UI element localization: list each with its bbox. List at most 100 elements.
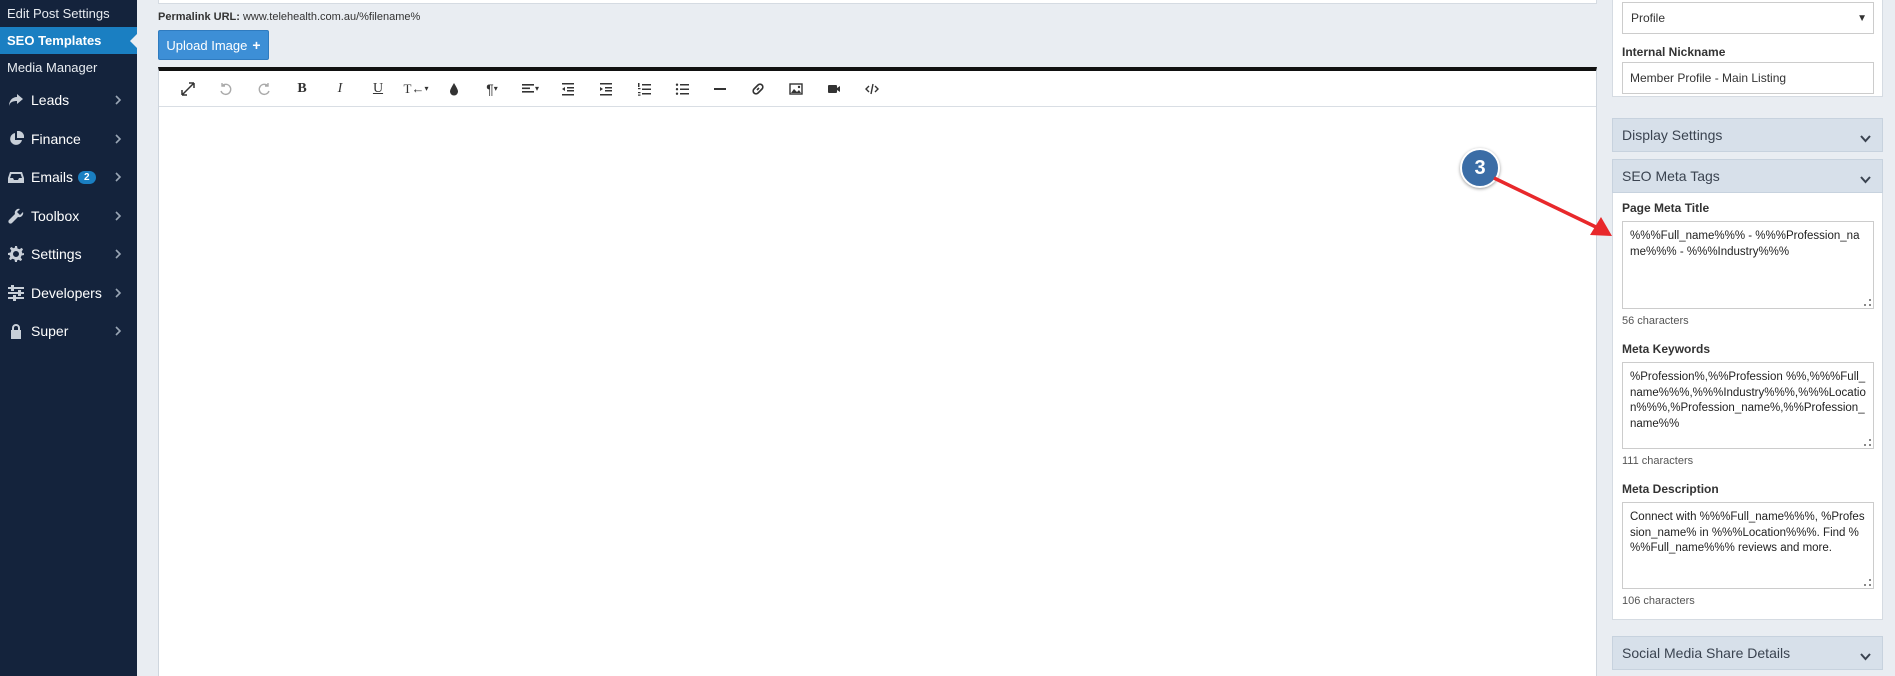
permalink-label: Permalink URL: <box>158 11 240 23</box>
right-panel: Profile ▼ Internal Nickname Member Profi… <box>1612 0 1883 676</box>
sidebar-item-label: Super <box>31 323 69 340</box>
italic-icon[interactable]: I <box>321 71 359 107</box>
plus-icon: + <box>252 37 261 53</box>
internal-nickname-label: Internal Nickname <box>1622 45 1726 59</box>
sidebar-item-settings[interactable]: Settings <box>0 235 137 274</box>
outdent-icon[interactable] <box>549 71 587 107</box>
chevron-down-icon: ▼ <box>1857 12 1867 24</box>
emails-count-badge: 2 <box>78 170 96 184</box>
page-meta-title-input[interactable]: %%%Full_name%%% - %%%Profession_name%%% … <box>1622 221 1874 309</box>
resize-grip-icon[interactable] <box>1864 579 1871 586</box>
editor-toolbar: B I U T← ▾ ¶ ▾ ▾ <box>159 71 1596 107</box>
sidebar-item-label: Leads <box>31 92 70 109</box>
chevron-down-icon <box>1860 648 1871 664</box>
code-view-icon[interactable] <box>853 71 891 107</box>
indent-icon[interactable] <box>587 71 625 107</box>
expand-icon[interactable] <box>169 71 207 107</box>
sidebar-item-media-manager[interactable]: Media Manager <box>0 54 137 81</box>
text-size-icon[interactable]: T← ▾ <box>397 71 435 107</box>
wrench-icon <box>0 208 31 224</box>
meta-description-label: Meta Description <box>1622 482 1719 496</box>
sidebar-item-edit-post-settings[interactable]: Edit Post Settings <box>0 0 137 27</box>
chevron-right-icon <box>114 197 122 236</box>
profile-select[interactable]: Profile ▼ <box>1622 2 1874 34</box>
main-content: Permalink URL: www.telehealth.com.au/%fi… <box>137 0 1597 676</box>
page-meta-title-label: Page Meta Title <box>1622 201 1710 215</box>
meta-keywords-label: Meta Keywords <box>1622 342 1711 356</box>
horizontal-rule-icon[interactable] <box>701 71 739 107</box>
page-meta-title-value: %%%Full_name%%% - %%%Profession_name%%% … <box>1630 230 1860 258</box>
display-settings-title: Display Settings <box>1622 127 1723 143</box>
social-media-share-title: Social Media Share Details <box>1622 645 1791 661</box>
sidebar-item-leads[interactable]: Leads <box>0 81 137 120</box>
meta-description-input[interactable]: Connect with %%%Full_name%%%, %Professio… <box>1622 502 1874 589</box>
sidebar-item-label: SEO Templates <box>7 33 102 48</box>
sidebar-item-toolbox[interactable]: Toolbox <box>0 197 137 236</box>
upload-image-button[interactable]: Upload Image + <box>158 30 269 60</box>
share-arrow-icon <box>0 92 31 108</box>
permalink: Permalink URL: www.telehealth.com.au/%fi… <box>158 11 420 23</box>
profile-select-value: Profile <box>1631 11 1666 25</box>
underline-icon[interactable]: U <box>359 71 397 107</box>
sidebar-item-label: Developers <box>31 284 102 301</box>
pie-chart-icon <box>0 130 31 147</box>
sidebar-item-finance[interactable]: Finance <box>0 120 137 159</box>
undo-icon[interactable] <box>207 71 245 107</box>
permalink-url: www.telehealth.com.au/%filename% <box>242 11 421 23</box>
template-settings-card: Profile ▼ Internal Nickname Member Profi… <box>1612 0 1883 97</box>
sidebar-item-super[interactable]: Super <box>0 312 137 351</box>
annotation-arrow <box>1493 176 1612 236</box>
bold-icon[interactable]: B <box>283 71 321 107</box>
seo-meta-tags-title: SEO Meta Tags <box>1622 168 1720 184</box>
resize-grip-icon[interactable] <box>1864 439 1871 446</box>
meta-keywords-value: %Profession%,%%Profession %%,%%%Full_nam… <box>1630 371 1866 430</box>
social-media-share-header[interactable]: Social Media Share Details <box>1612 636 1883 670</box>
page-meta-title-count: 56 characters <box>1622 315 1689 327</box>
chevron-down-icon <box>1860 171 1871 187</box>
redo-icon[interactable] <box>245 71 283 107</box>
field-bottom-edge <box>158 0 1597 4</box>
lock-icon <box>0 323 31 340</box>
paragraph-icon[interactable]: ¶ ▾ <box>473 71 511 107</box>
internal-nickname-input[interactable]: Member Profile - Main Listing <box>1622 62 1874 94</box>
seo-meta-tags-header[interactable]: SEO Meta Tags <box>1612 159 1883 193</box>
meta-description-value: Connect with %%%Full_name%%%, %Professio… <box>1630 511 1865 554</box>
sidebar-item-label: Toolbox <box>31 207 80 224</box>
display-settings-header[interactable]: Display Settings <box>1612 118 1883 152</box>
sidebar-item-label: Finance <box>31 130 81 147</box>
sidebar-item-developers[interactable]: Developers <box>0 274 137 313</box>
unordered-list-icon[interactable] <box>663 71 701 107</box>
color-drop-icon[interactable] <box>435 71 473 107</box>
arrow-shaft <box>1493 176 1599 230</box>
ordered-list-icon[interactable] <box>625 71 663 107</box>
resize-grip-icon[interactable] <box>1864 299 1871 306</box>
upload-image-label: Upload Image <box>166 37 248 53</box>
rich-text-editor[interactable]: B I U T← ▾ ¶ ▾ ▾ <box>158 67 1597 676</box>
sidebar-item-label: Edit Post Settings <box>7 6 110 21</box>
chevron-right-icon <box>114 312 122 351</box>
sliders-icon <box>0 284 31 301</box>
chevron-right-icon <box>114 158 122 197</box>
sidebar-item-label: Emails <box>31 169 74 186</box>
sidebar-item-seo-templates[interactable]: SEO Templates <box>0 27 137 54</box>
meta-description-count: 106 characters <box>1622 595 1695 607</box>
meta-keywords-count: 111 characters <box>1622 455 1694 467</box>
chevron-right-icon <box>114 81 122 120</box>
gear-icon <box>0 246 31 263</box>
chevron-down-icon <box>1860 130 1871 146</box>
image-icon[interactable] <box>777 71 815 107</box>
sidebar: Edit Post Settings SEO Templates Media M… <box>0 0 137 676</box>
video-icon[interactable] <box>815 71 853 107</box>
sidebar-item-emails[interactable]: Emails 2 <box>0 158 137 197</box>
step-number: 3 <box>1474 156 1486 179</box>
align-icon[interactable]: ▾ <box>511 71 549 107</box>
seo-meta-tags-card: Page Meta Title %%%Full_name%%% - %%%Pro… <box>1612 193 1883 620</box>
inbox-icon <box>0 169 31 185</box>
sidebar-item-label: Settings <box>31 246 82 263</box>
chevron-right-icon <box>114 235 122 274</box>
link-icon[interactable] <box>739 71 777 107</box>
meta-keywords-input[interactable]: %Profession%,%%Profession %%,%%%Full_nam… <box>1622 362 1874 449</box>
chevron-right-icon <box>114 274 122 313</box>
chevron-right-icon <box>114 120 122 159</box>
sidebar-item-label: Media Manager <box>7 60 98 75</box>
